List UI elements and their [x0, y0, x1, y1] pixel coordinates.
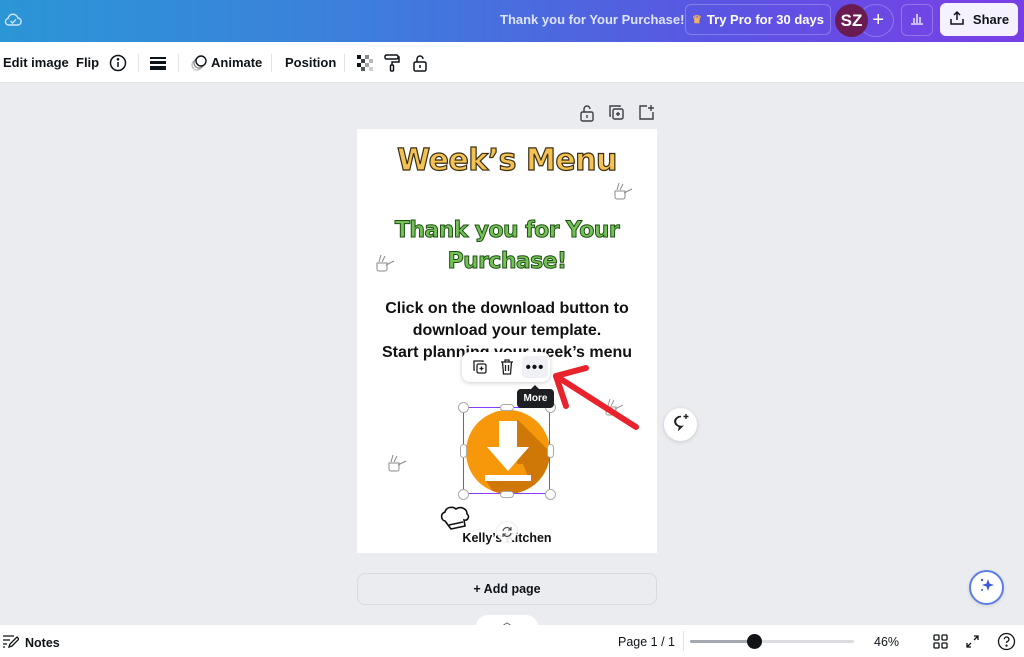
divider	[138, 54, 139, 72]
info-icon[interactable]	[108, 53, 128, 73]
zoom-slider-handle[interactable]	[746, 634, 762, 649]
resize-handle[interactable]	[460, 444, 467, 458]
try-pro-button[interactable]: ♛ Try Pro for 30 days	[685, 4, 831, 35]
zoom-slider-fill	[690, 640, 754, 643]
insights-button[interactable]	[901, 4, 933, 36]
resize-handle[interactable]	[458, 489, 469, 500]
trash-icon[interactable]	[496, 357, 518, 377]
magic-assistant-button[interactable]	[969, 570, 1004, 605]
duplicate-page-icon[interactable]	[608, 104, 625, 124]
zoom-percentage[interactable]: 46%	[874, 635, 899, 649]
resize-handle[interactable]	[545, 489, 556, 500]
cooking-pot-icon	[385, 451, 409, 475]
grid-view-icon[interactable]	[931, 632, 949, 650]
bottom-bar: Notes Page 1 / 1 46%	[0, 625, 1024, 657]
help-icon[interactable]	[996, 631, 1016, 651]
more-button[interactable]: •••	[522, 356, 548, 378]
page-indicator[interactable]: Page 1 / 1	[618, 635, 675, 649]
position-button[interactable]: Position	[285, 55, 336, 70]
element-context-menu: •••	[462, 352, 550, 382]
bar-chart-icon	[909, 10, 925, 31]
lock-page-icon[interactable]	[579, 104, 595, 124]
add-comment-button[interactable]	[664, 408, 697, 441]
notes-label: Notes	[25, 635, 60, 650]
top-bar: Thank you for Your Purchase! ♛ Try Pro f…	[0, 0, 1024, 42]
flip-button[interactable]: Flip	[76, 55, 99, 70]
thank-you-heading[interactable]: Thank you for Your Purchase!	[357, 215, 657, 277]
chef-hat-icon	[439, 505, 471, 533]
menu-heading[interactable]: Week’s Menu	[357, 142, 657, 178]
resize-handle[interactable]	[500, 491, 514, 498]
resize-handle[interactable]	[547, 444, 554, 458]
animate-button[interactable]: Animate	[211, 55, 262, 70]
rotate-handle[interactable]	[497, 522, 517, 542]
divider	[178, 54, 179, 72]
duplicate-icon[interactable]	[469, 357, 491, 377]
animate-icon	[189, 53, 209, 73]
sparkle-icon	[978, 576, 996, 599]
resize-handle[interactable]	[500, 404, 514, 411]
notes-icon	[3, 634, 20, 651]
paint-roller-icon[interactable]	[382, 53, 402, 73]
zoom-slider[interactable]	[690, 634, 854, 649]
notes-button[interactable]: Notes	[3, 634, 60, 651]
avatar[interactable]: SZ	[835, 4, 868, 37]
context-toolbar: Edit image Flip Animate Position	[0, 42, 1024, 83]
try-pro-label: Try Pro for 30 days	[706, 12, 824, 27]
line-weight-icon[interactable]	[148, 53, 168, 73]
divider	[344, 54, 345, 72]
add-page-button[interactable]: + Add page	[357, 573, 657, 605]
plus-icon: +	[872, 9, 884, 31]
edit-image-button[interactable]: Edit image	[3, 55, 69, 70]
annotation-arrow-icon	[548, 364, 643, 434]
transparency-icon[interactable]	[355, 53, 375, 73]
cloud-check-icon[interactable]	[3, 10, 23, 30]
divider	[271, 54, 272, 72]
selection-frame	[463, 407, 550, 494]
thank-you-text: Thank you for Your Purchase!	[394, 218, 620, 275]
resize-handle[interactable]	[458, 402, 469, 413]
cooking-pot-icon	[611, 179, 635, 203]
comment-plus-icon	[672, 413, 690, 436]
share-button[interactable]: Share	[940, 3, 1018, 36]
cooking-pot-icon	[373, 251, 397, 275]
instruction-line: Click on the download button to	[385, 300, 629, 317]
share-label: Share	[972, 12, 1010, 27]
instruction-line: download your template.	[412, 322, 602, 339]
upload-icon	[949, 10, 965, 29]
divider	[683, 631, 684, 651]
crown-icon: ♛	[692, 14, 702, 26]
fullscreen-icon[interactable]	[963, 632, 981, 650]
document-title[interactable]: Thank you for Your Purchase!	[500, 12, 684, 27]
add-page-icon[interactable]	[638, 104, 655, 124]
unlock-icon[interactable]	[410, 53, 430, 73]
